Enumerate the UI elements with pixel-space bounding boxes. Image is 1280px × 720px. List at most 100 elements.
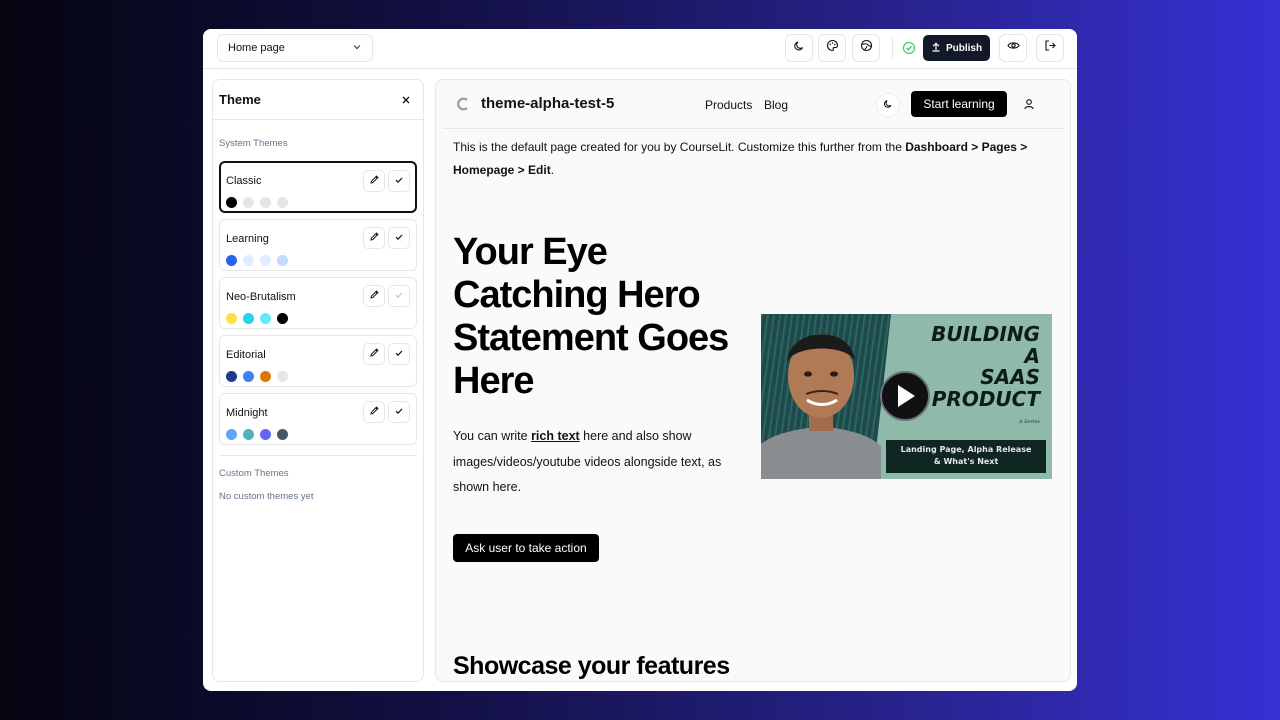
check-icon: [394, 403, 404, 421]
video-title-line: A: [1024, 343, 1040, 368]
nav-link-products[interactable]: Products: [705, 98, 752, 112]
video-thumbnail[interactable]: BUILDING A SAAS PRODUCT A Series Landing…: [761, 314, 1052, 479]
color-swatch: [277, 371, 288, 382]
sidebar-divider: [219, 455, 417, 456]
site-logo-icon[interactable]: [456, 97, 470, 111]
nav-link-blog[interactable]: Blog: [764, 98, 788, 112]
color-swatch: [277, 313, 288, 324]
color-swatch: [260, 313, 271, 324]
custom-themes-heading: Custom Themes: [219, 468, 289, 479]
custom-themes-empty: No custom themes yet: [219, 491, 314, 502]
color-swatch: [226, 371, 237, 382]
theme-card-editorial[interactable]: Editorial: [219, 335, 417, 387]
edit-theme-button[interactable]: [363, 285, 385, 307]
color-swatch: [260, 255, 271, 266]
video-title: BUILDING A SAAS PRODUCT: [931, 322, 1040, 411]
globe-icon: [860, 39, 873, 57]
page-select-value: Home page: [228, 42, 285, 54]
video-title-line: PRODUCT: [931, 386, 1040, 411]
theme-card-learning[interactable]: Learning: [219, 219, 417, 271]
video-series: A Series: [1018, 419, 1040, 425]
sidebar-title: Theme: [219, 92, 261, 107]
theme-name: Midnight: [226, 407, 268, 419]
chevron-down-icon: [352, 42, 362, 55]
app-window: Home page Publish Theme System Themes Cl…: [203, 29, 1077, 691]
color-swatch: [243, 313, 254, 324]
site-header: theme-alpha-test-5 Products Blog Start l…: [442, 80, 1064, 129]
close-icon[interactable]: [401, 93, 411, 107]
video-title-line: SAAS: [980, 365, 1040, 389]
theme-card-neo-brutalism[interactable]: Neo-Brutalism: [219, 277, 417, 329]
color-swatches: [226, 313, 288, 324]
color-swatch: [277, 429, 288, 440]
dark-mode-button[interactable]: [785, 34, 813, 62]
color-swatch: [260, 371, 271, 382]
moon-icon: [883, 96, 893, 114]
pencil-icon: [369, 287, 380, 305]
toolbar-divider: [892, 38, 893, 58]
color-swatch: [226, 197, 237, 208]
user-icon[interactable]: [1023, 97, 1035, 115]
hero-title: Your Eye Catching Hero Statement Goes He…: [453, 231, 729, 402]
saved-status-icon: [903, 42, 915, 54]
color-swatch: [226, 255, 237, 266]
apply-theme-button[interactable]: [388, 401, 410, 423]
video-caption-line: & What's Next: [933, 457, 999, 466]
cta-button[interactable]: Ask user to take action: [453, 534, 599, 562]
theme-name: Classic: [226, 175, 262, 187]
theme-name: Editorial: [226, 349, 266, 361]
site-theme-toggle[interactable]: [876, 93, 900, 117]
exit-button[interactable]: [1036, 34, 1064, 62]
theme-button[interactable]: [818, 34, 846, 62]
check-icon: [394, 172, 404, 190]
color-swatch: [226, 429, 237, 440]
color-swatch: [243, 429, 254, 440]
apply-theme-button[interactable]: [388, 285, 410, 307]
edit-theme-button[interactable]: [363, 227, 385, 249]
hero-body: You can write rich text here and also sh…: [453, 424, 743, 501]
upload-icon: [931, 42, 941, 55]
color-swatch: [277, 255, 288, 266]
color-swatch: [226, 313, 237, 324]
video-caption: Landing Page, Alpha Release & What's Nex…: [886, 440, 1046, 473]
publish-button[interactable]: Publish: [923, 35, 990, 61]
check-icon: [394, 345, 404, 363]
color-swatch: [260, 429, 271, 440]
apply-theme-button[interactable]: [388, 170, 410, 192]
theme-name: Neo-Brutalism: [226, 291, 296, 303]
site-title[interactable]: theme-alpha-test-5: [481, 95, 614, 112]
color-swatches: [226, 255, 288, 266]
pencil-icon: [369, 229, 380, 247]
intro-text: This is the default page created for you…: [453, 136, 1053, 182]
color-swatch: [243, 255, 254, 266]
preview-button[interactable]: [999, 34, 1027, 62]
video-title-line: BUILDING: [931, 322, 1040, 346]
apply-theme-button[interactable]: [388, 227, 410, 249]
color-swatch: [243, 197, 254, 208]
rich-text-link[interactable]: rich text: [531, 429, 580, 443]
edit-theme-button[interactable]: [363, 401, 385, 423]
page-select[interactable]: Home page: [217, 34, 373, 62]
theme-sidebar: Theme System Themes Classic Learning Neo-B…: [212, 79, 424, 682]
color-swatch: [260, 197, 271, 208]
apply-theme-button[interactable]: [388, 343, 410, 365]
color-swatches: [226, 429, 288, 440]
theme-card-midnight[interactable]: Midnight: [219, 393, 417, 445]
pencil-icon: [369, 345, 380, 363]
page-preview: theme-alpha-test-5 Products Blog Start l…: [435, 79, 1071, 682]
start-learning-button[interactable]: Start learning: [911, 91, 1007, 117]
video-caption-line: Landing Page, Alpha Release: [900, 445, 1032, 454]
edit-theme-button[interactable]: [363, 170, 385, 192]
check-icon: [394, 229, 404, 247]
color-swatch: [243, 371, 254, 382]
intro-text-end: .: [550, 163, 555, 177]
theme-card-classic[interactable]: Classic: [219, 161, 417, 213]
intro-text-start: This is the default page created for you…: [453, 140, 906, 154]
color-swatches: [226, 371, 288, 382]
check-icon: [394, 287, 404, 305]
edit-theme-button[interactable]: [363, 343, 385, 365]
theme-list: Classic Learning Neo-Brutalism Editorial Mid…: [213, 161, 423, 445]
site-settings-button[interactable]: [852, 34, 880, 62]
eye-icon: [1006, 39, 1020, 57]
hero-body-start: You can write: [453, 429, 532, 443]
